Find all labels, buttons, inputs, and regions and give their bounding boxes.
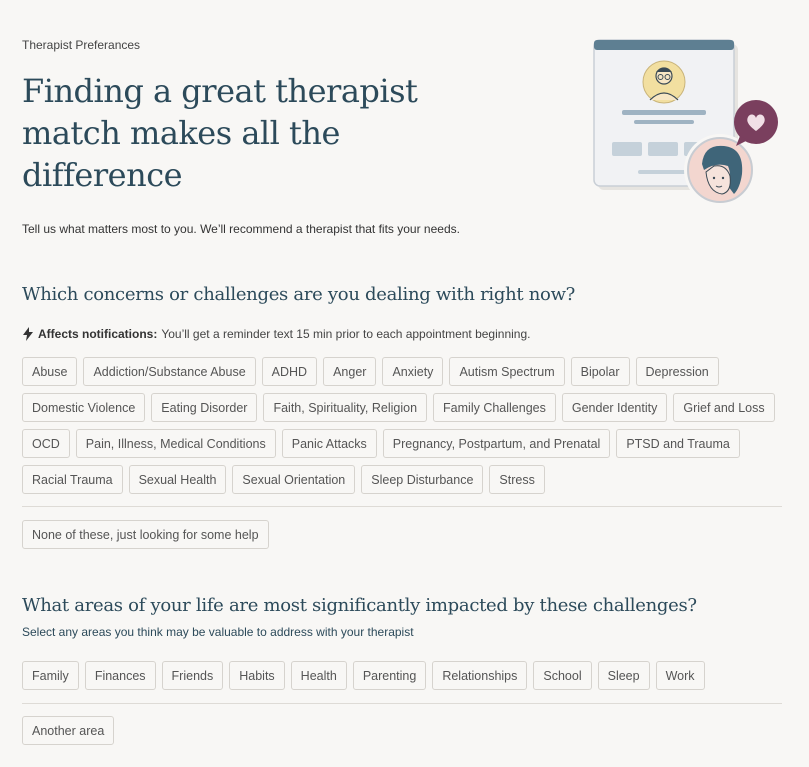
concern-chip[interactable]: OCD [22,429,70,458]
area-chip[interactable]: Friends [161,661,224,690]
notifications-note: Affects notifications: You’ll get a remi… [22,327,530,341]
therapist-match-illustration [590,36,780,216]
eyebrow-label: Therapist Preferances [22,38,141,52]
note-text: You’ll get a reminder text 15 min prior … [161,327,531,341]
none-option-group: None of these, just looking for some hel… [22,520,792,549]
heart-icon [734,100,778,146]
concern-chip[interactable]: Faith, Spirituality, Religion [263,393,428,422]
concern-chip[interactable]: Bipolar [570,357,630,386]
concern-chip[interactable]: Depression [635,357,719,386]
area-chip[interactable]: Habits [229,661,285,690]
areas-subtitle: Select any areas you think may be valuab… [22,625,414,639]
areas-title: What areas of your life are most signifi… [22,595,697,616]
area-chip[interactable]: Family [22,661,79,690]
area-chip[interactable]: School [533,661,592,690]
concern-chip[interactable]: ADHD [261,357,318,386]
concern-chip[interactable]: Eating Disorder [151,393,258,422]
concern-chip[interactable]: Sleep Disturbance [361,465,484,494]
area-chip[interactable]: Parenting [352,661,427,690]
concern-chip[interactable]: Anger [323,357,377,386]
area-chip[interactable]: Relationships [432,661,528,690]
divider [22,506,782,507]
note-label: Affects notifications: [38,327,158,341]
concern-chip[interactable]: Racial Trauma [22,465,123,494]
concern-chip[interactable]: Pregnancy, Postpartum, and Prenatal [382,429,611,458]
concern-chip[interactable]: Addiction/Substance Abuse [83,357,256,386]
concern-chip[interactable]: Pain, Illness, Medical Conditions [75,429,276,458]
divider [22,703,782,704]
area-chip[interactable]: Work [655,661,705,690]
concern-chip[interactable]: Sexual Health [128,465,227,494]
concern-chip[interactable]: Gender Identity [561,393,668,422]
other-area-group: Another area [22,716,792,745]
area-options: Family Finances Friends Habits Health Parenti… [22,661,792,690]
concern-chip[interactable]: Domestic Violence [22,393,146,422]
area-chip[interactable]: Finances [84,661,156,690]
area-chip[interactable]: Sleep [597,661,650,690]
concern-chip[interactable]: Sexual Orientation [232,465,356,494]
area-chip[interactable]: Health [290,661,347,690]
concerns-title: Which concerns or challenges are you dea… [22,284,576,305]
concern-chip[interactable]: Anxiety [382,357,444,386]
concern-chip[interactable]: Abuse [22,357,78,386]
page-title: Finding a great therapist match makes al… [22,72,418,194]
concern-chip[interactable]: Stress [489,465,545,494]
concern-chip[interactable]: PTSD and Trauma [616,429,740,458]
concern-options: Abuse Addiction/Substance Abuse ADHD Anger A… [22,357,792,494]
intro-text: Tell us what matters most to you. We’ll … [22,222,460,236]
concern-chip[interactable]: Family Challenges [433,393,556,422]
none-of-these-chip[interactable]: None of these, just looking for some hel… [22,520,269,549]
concern-chip[interactable]: Panic Attacks [281,429,377,458]
lightning-bolt-icon [23,327,33,341]
concern-chip[interactable]: Grief and Loss [673,393,775,422]
another-area-chip[interactable]: Another area [22,716,115,745]
concern-chip[interactable]: Autism Spectrum [449,357,565,386]
